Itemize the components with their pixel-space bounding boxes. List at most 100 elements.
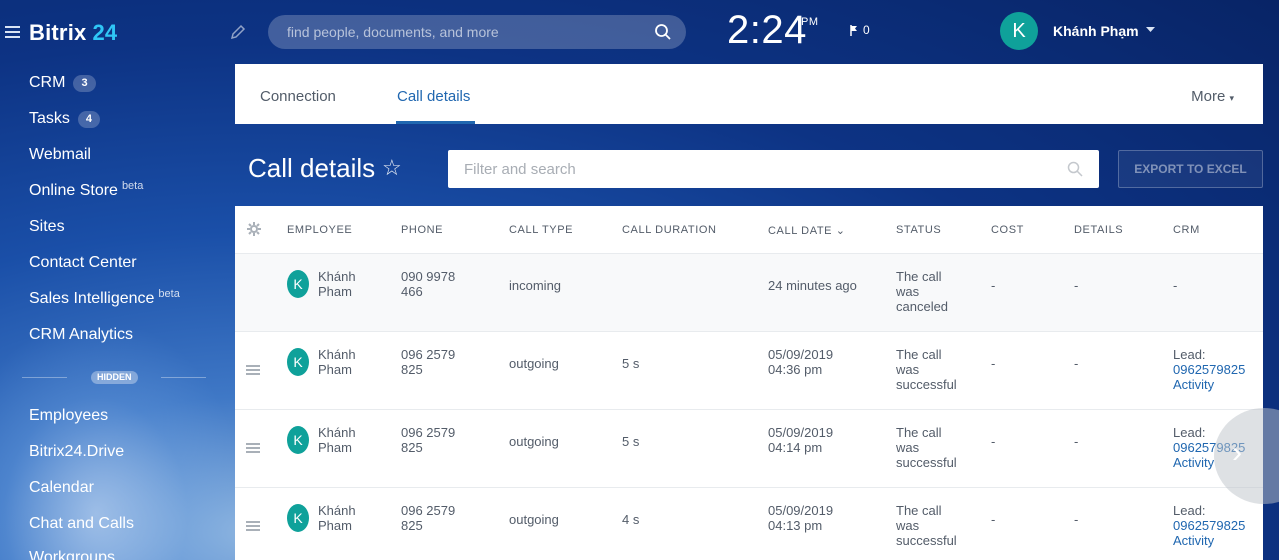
sidebar-item-tasks[interactable]: Tasks 4 (29, 110, 101, 128)
sidebar-item-drive[interactable]: Bitrix24.Drive (29, 443, 124, 461)
flag-count: 0 (863, 23, 870, 37)
avatar[interactable]: K (287, 270, 309, 298)
filter-placeholder: Filter and search (464, 161, 576, 178)
crm-activity-link[interactable]: Activity (1173, 377, 1245, 392)
details: - (1074, 278, 1079, 293)
column-cost[interactable]: COST (991, 224, 1024, 236)
crm-value: Lead: 0962579825 Activity (1173, 347, 1246, 392)
column-phone[interactable]: PHONE (401, 224, 443, 236)
avatar[interactable]: K (287, 426, 309, 454)
sidebar-item-sales-intelligence[interactable]: Sales Intelligence beta (29, 288, 180, 308)
flag-icon (850, 24, 857, 36)
gear-icon[interactable] (247, 222, 261, 236)
top-tabs: Connection Call details More ▾ (235, 64, 1263, 124)
user-avatar[interactable]: K (1000, 12, 1038, 50)
star-icon[interactable]: ☆ (382, 155, 402, 181)
call-type: outgoing (509, 512, 559, 527)
column-details[interactable]: DETAILS (1074, 224, 1123, 236)
notification-flag[interactable]: 0 (850, 23, 870, 37)
column-employee[interactable]: EMPLOYEE (287, 224, 352, 236)
table-row[interactable]: K Khánh Pham 090 9978 466 incoming 24 minu… (235, 254, 1263, 332)
sidebar-item-webmail[interactable]: Webmail (29, 146, 91, 164)
column-call-type[interactable]: CALL TYPE (509, 224, 573, 236)
sidebar-item-contact-center[interactable]: Contact Center (29, 254, 137, 272)
call-status: The call was canceled (896, 269, 949, 314)
logo[interactable]: Bitrix 24 (29, 20, 117, 46)
column-status[interactable]: STATUS (896, 224, 941, 236)
user-name[interactable]: Khánh Phạm (1053, 23, 1139, 39)
details: - (1074, 434, 1079, 449)
clock[interactable]: 2:24 PM (727, 8, 818, 53)
more-menu[interactable]: More ▾ (1191, 88, 1234, 105)
table-row[interactable]: K Khánh Pham 096 2579 825 outgoing 4 s 05/… (235, 488, 1263, 560)
call-status: The call was successful (896, 425, 957, 470)
drag-handle-icon[interactable] (246, 365, 260, 375)
menu-burger-icon[interactable] (5, 26, 20, 38)
tab-connection[interactable]: Connection (260, 88, 336, 105)
hidden-separator[interactable]: HIDDEN (22, 370, 208, 386)
drag-handle-icon[interactable] (246, 521, 260, 531)
column-call-date[interactable]: CALL DATE ⌄ (768, 224, 846, 237)
export-to-excel-button[interactable]: EXPORT TO EXCEL (1118, 150, 1263, 188)
chevron-down-icon[interactable] (1146, 27, 1155, 33)
crm-value: - (1173, 278, 1178, 293)
call-duration: 5 s (622, 356, 640, 371)
call-date: 24 minutes ago (768, 278, 857, 293)
call-details-table: EMPLOYEE PHONE CALL TYPE CALL DURATION C… (235, 206, 1263, 560)
employee-name[interactable]: Khánh Pham (318, 269, 393, 299)
sidebar-item-crm-analytics[interactable]: CRM Analytics (29, 326, 133, 344)
sidebar-item-online-store[interactable]: Online Store beta (29, 180, 144, 200)
sidebar-item-chat-and-calls[interactable]: Chat and Calls (29, 515, 134, 533)
cost: - (991, 278, 996, 293)
count-badge: 4 (77, 110, 101, 128)
details: - (1074, 512, 1079, 527)
drag-handle-icon[interactable] (246, 443, 260, 453)
beta-tag: beta (121, 180, 144, 192)
sidebar-item-sites[interactable]: Sites (29, 218, 65, 236)
search-icon[interactable] (1067, 161, 1083, 177)
count-badge: 3 (73, 74, 96, 92)
call-status: The call was successful (896, 347, 957, 392)
sidebar-item-crm[interactable]: CRM 3 (29, 74, 96, 92)
hidden-label: HIDDEN (91, 371, 138, 384)
phone-number: 090 9978 466 (401, 269, 456, 299)
crm-lead-link[interactable]: 0962579825 (1173, 362, 1245, 377)
active-tab-underline (396, 121, 475, 124)
call-duration: 4 s (622, 512, 640, 527)
table-row[interactable]: K Khánh Pham 096 2579 825 outgoing 5 s 05/… (235, 332, 1263, 410)
phone-number: 096 2579 825 (401, 503, 456, 533)
call-status: The call was successful (896, 503, 957, 548)
search-icon[interactable] (654, 23, 672, 41)
crm-activity-link[interactable]: Activity (1173, 533, 1245, 548)
filter-search-input[interactable]: Filter and search (448, 150, 1099, 188)
search-placeholder: find people, documents, and more (287, 24, 499, 40)
caret-down-icon: ▾ (1229, 93, 1234, 103)
crm-value: Lead: 0962579825 Activity (1173, 503, 1246, 548)
cost: - (991, 512, 996, 527)
global-search-input[interactable]: find people, documents, and more (268, 15, 686, 49)
page-title: Call details (248, 153, 376, 183)
sidebar-item-calendar[interactable]: Calendar (29, 479, 94, 497)
phone-number: 096 2579 825 (401, 347, 456, 377)
call-type: outgoing (509, 434, 559, 449)
sidebar-item-workgroups[interactable]: Workgroups (29, 549, 115, 560)
sort-desc-icon: ⌄ (835, 225, 846, 237)
tab-call-details[interactable]: Call details (397, 88, 470, 105)
crm-lead-link[interactable]: 0962579825 (1173, 518, 1245, 533)
column-crm[interactable]: CRM (1173, 224, 1200, 236)
employee-name[interactable]: Khánh Pham (318, 503, 393, 533)
call-date: 05/09/2019 04:14 pm (768, 425, 834, 455)
pencil-icon[interactable] (230, 24, 246, 40)
call-type: outgoing (509, 356, 559, 371)
table-row[interactable]: K Khánh Pham 096 2579 825 outgoing 5 s 05/… (235, 410, 1263, 488)
cost: - (991, 356, 996, 371)
call-duration: 5 s (622, 434, 640, 449)
employee-name[interactable]: Khánh Pham (318, 425, 393, 455)
call-date: 05/09/2019 04:36 pm (768, 347, 834, 377)
phone-number: 096 2579 825 (401, 425, 456, 455)
avatar[interactable]: K (287, 504, 309, 532)
avatar[interactable]: K (287, 348, 309, 376)
employee-name[interactable]: Khánh Pham (318, 347, 393, 377)
column-call-duration[interactable]: CALL DURATION (622, 224, 717, 236)
sidebar-item-employees[interactable]: Employees (29, 407, 108, 425)
